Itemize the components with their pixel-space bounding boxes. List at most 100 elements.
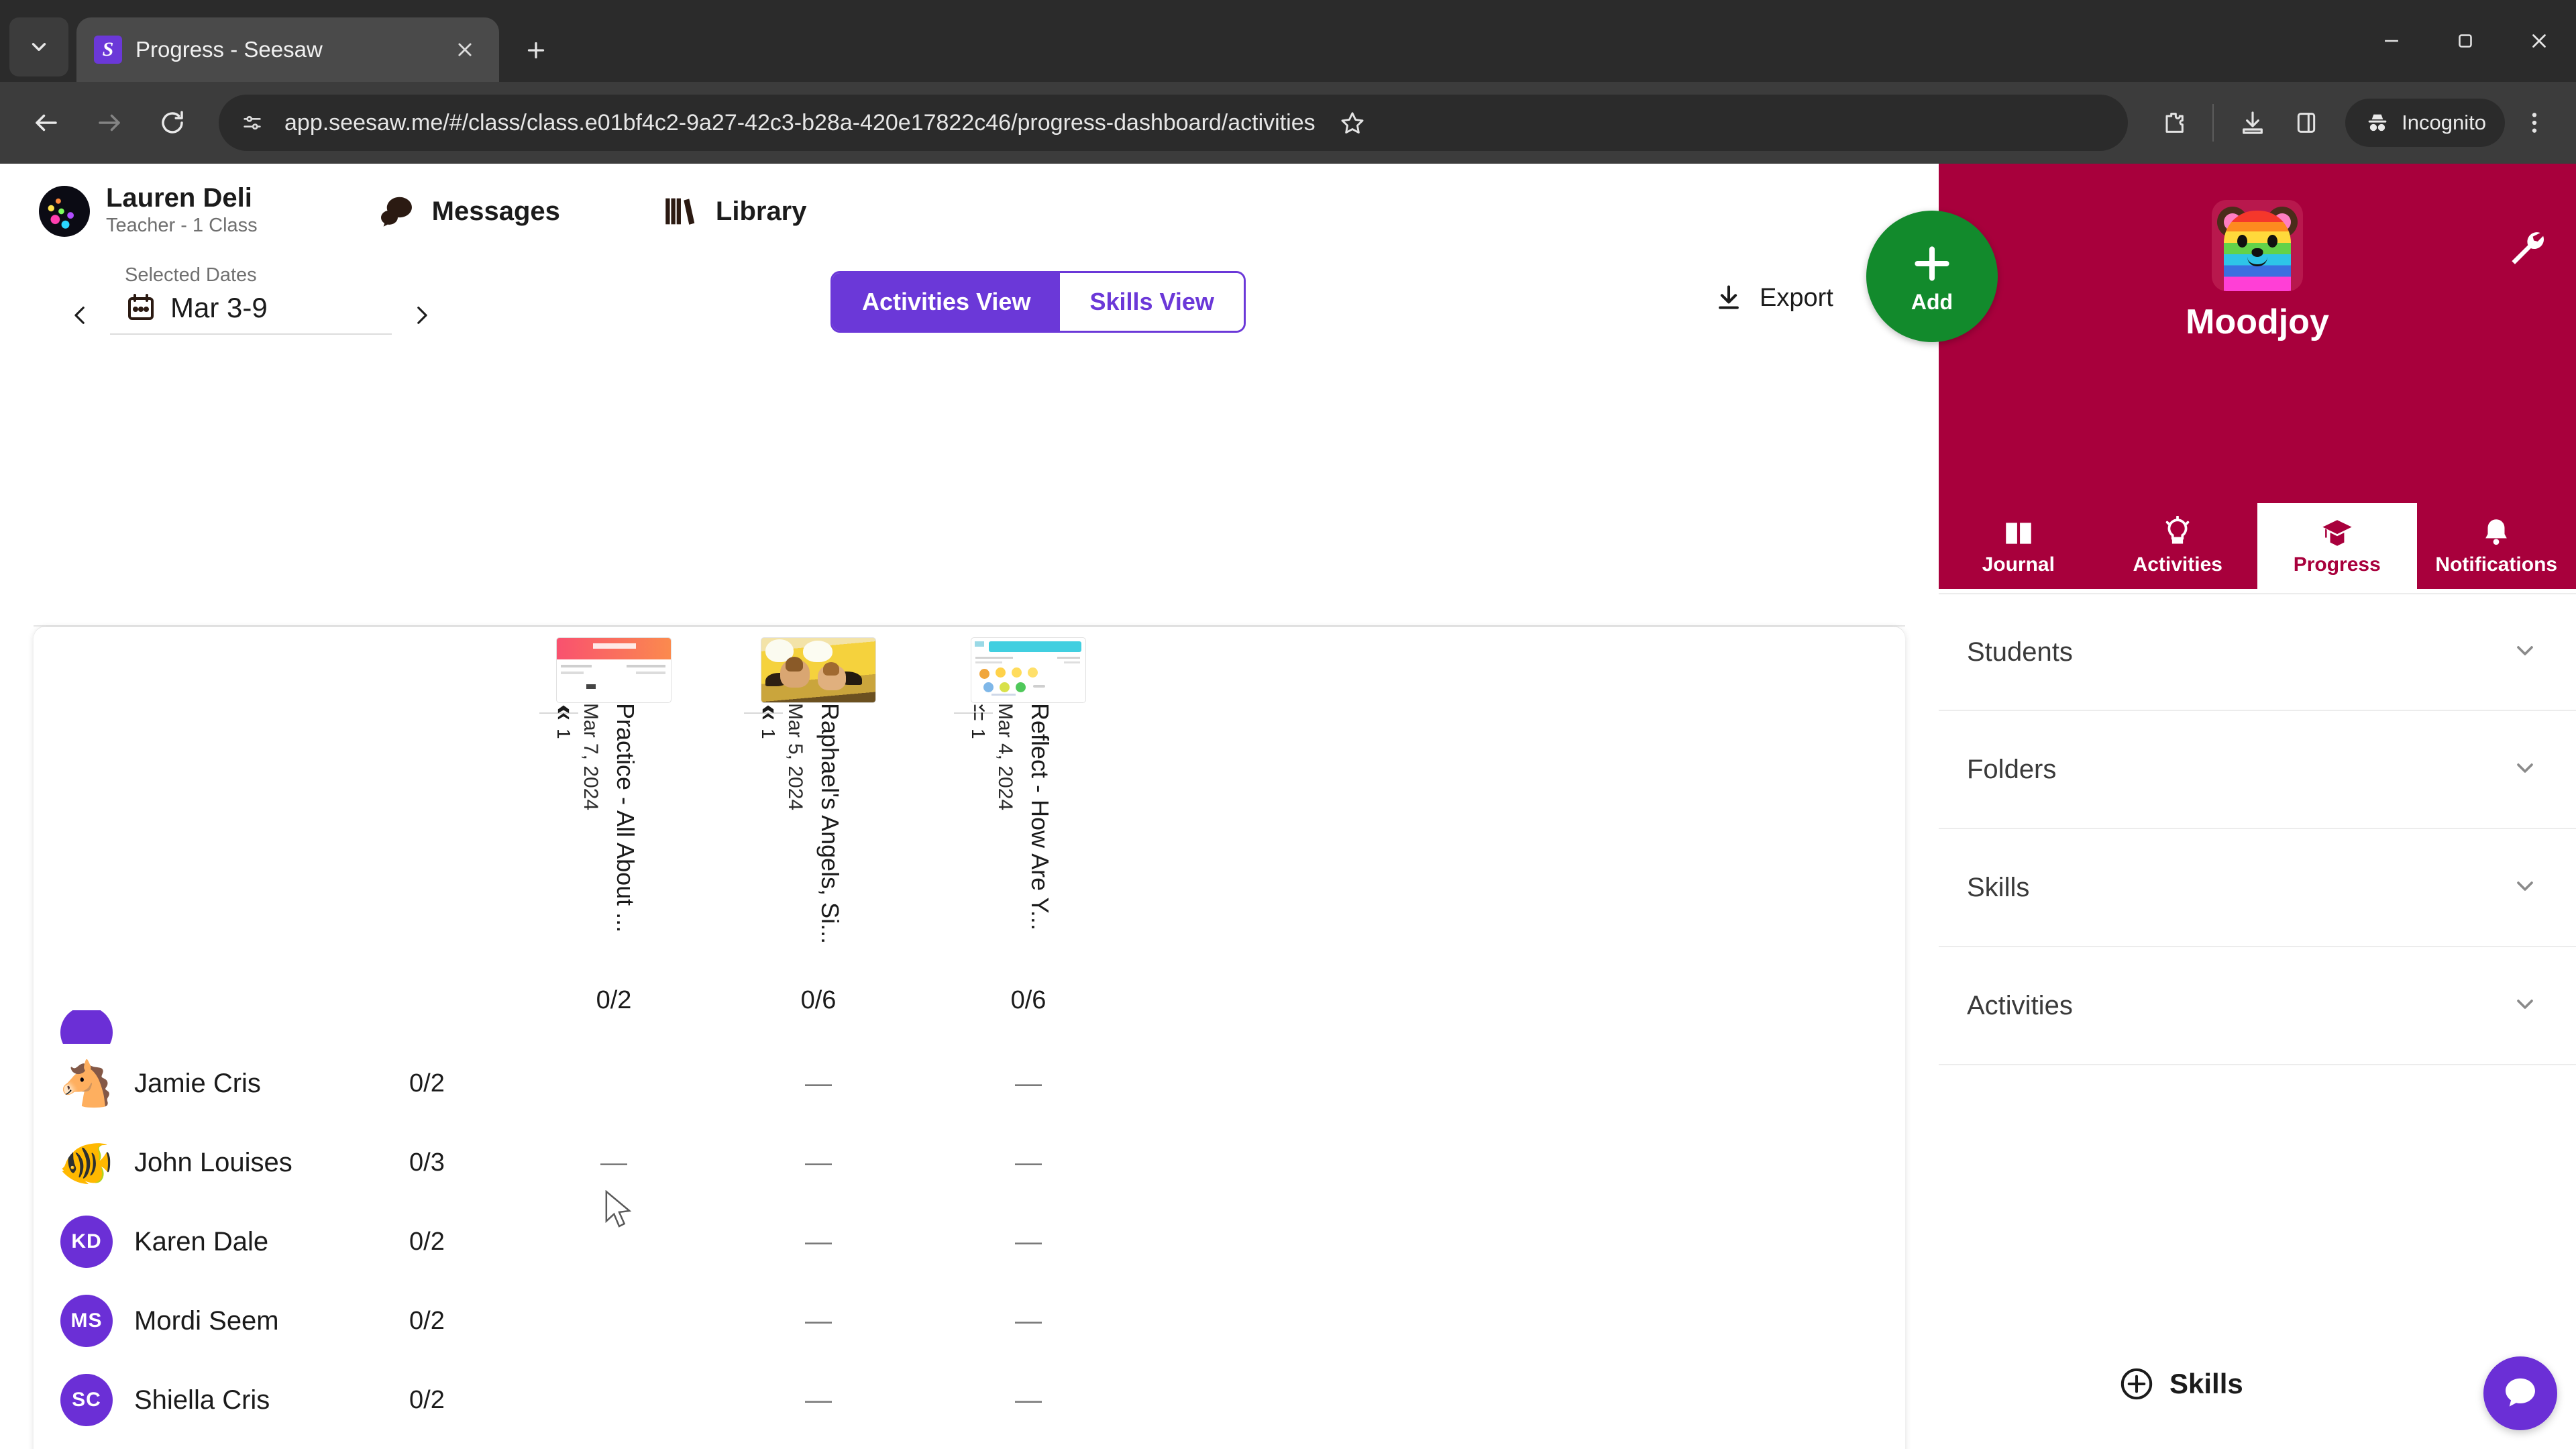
tab-progress[interactable]: Progress — [2257, 503, 2417, 589]
student-name: Shiella Cris — [134, 1385, 270, 1415]
library-icon — [665, 198, 695, 225]
filter-students[interactable]: Students — [1939, 593, 2576, 711]
app-header: Lauren Deli Teacher - 1 Class Messages L… — [0, 164, 1939, 259]
progress-cell[interactable]: — — [951, 1148, 1106, 1178]
filter-folders[interactable]: Folders — [1939, 711, 2576, 829]
progress-cell[interactable]: — — [741, 1306, 896, 1336]
messages-link[interactable]: Messages — [377, 192, 560, 231]
extensions-button[interactable] — [2149, 99, 2198, 147]
address-bar[interactable]: app.seesaw.me/#/class/class.e01bf4c2-9a2… — [219, 95, 2129, 151]
side-panel-button[interactable] — [2282, 99, 2330, 147]
painting-thumbnail — [761, 637, 876, 703]
tab-skills-view[interactable]: Skills View — [1060, 273, 1244, 331]
chat-support-button[interactable] — [2483, 1356, 2557, 1430]
side-panel-icon — [2298, 113, 2316, 133]
close-tab-button[interactable] — [448, 33, 482, 66]
favicon-letter: S — [102, 38, 114, 60]
library-link[interactable]: Library — [661, 192, 807, 231]
teacher-profile[interactable]: Lauren Deli Teacher - 1 Class — [39, 183, 258, 239]
site-settings-button[interactable] — [236, 107, 268, 139]
student-total: 0/2 — [409, 1385, 445, 1414]
date-range-picker[interactable]: Mar 3-9 — [110, 286, 392, 335]
chat-bubble-icon — [2506, 1378, 2535, 1407]
filter-activities[interactable]: Activities — [1939, 947, 2576, 1065]
new-tab-button[interactable] — [511, 25, 561, 75]
activity-title: Raphael's Angels, Si... — [816, 703, 844, 945]
close-icon — [458, 43, 472, 56]
reload-button[interactable] — [144, 94, 201, 152]
avatar-emoji: 🐠 — [58, 1138, 115, 1187]
back-button[interactable] — [17, 94, 75, 152]
progress-cell[interactable]: — — [741, 1148, 896, 1178]
plus-circle-icon — [2121, 1368, 2153, 1400]
class-header: Add Moodjoy — [1866, 164, 2576, 503]
column-text: Reflect - How Are Y... Mar 4, 2024 1 — [951, 703, 1106, 971]
library-label: Library — [715, 196, 807, 226]
table-row[interactable]: 🐠 John Louises 0/3 — — — — [34, 1123, 1905, 1202]
student-name: Mordi Seem — [134, 1305, 279, 1336]
profile-label: Incognito — [2402, 111, 2486, 134]
export-label: Export — [1760, 283, 1833, 312]
previous-week-button[interactable] — [60, 283, 101, 347]
page-content: Lauren Deli Teacher - 1 Class Messages L… — [0, 164, 2576, 1449]
url-text: app.seesaw.me/#/class/class.e01bf4c2-9a2… — [284, 109, 1316, 136]
activity-column[interactable]: Practice - All About ... Mar 7, 2024 1 0… — [537, 637, 691, 1014]
bookmark-button[interactable] — [1332, 102, 1373, 144]
activity-title: Reflect - How Are Y... — [1026, 703, 1054, 930]
table-row[interactable]: 🐴 Jamie Cris 0/2 — — — [34, 1044, 1905, 1123]
tab-search-button[interactable] — [9, 17, 68, 76]
toolbar-divider — [2212, 104, 2214, 142]
table-row[interactable] — [34, 1010, 1905, 1044]
progress-cell[interactable]: — — [951, 1306, 1106, 1336]
browser-toolbar: app.seesaw.me/#/class/class.e01bf4c2-9a2… — [0, 82, 2576, 164]
table-row[interactable]: KD Karen Dale 0/2 — — — [34, 1202, 1905, 1281]
progress-cell[interactable]: — — [951, 1385, 1106, 1415]
avatar: KD — [59, 1214, 114, 1269]
maximize-button[interactable] — [2428, 0, 2502, 82]
chevron-down-icon — [2512, 991, 2538, 1021]
tab-journal[interactable]: Journal — [1939, 503, 2098, 589]
tab-activities-view[interactable]: Activities View — [833, 273, 1061, 331]
activity-column[interactable]: Reflect - How Are Y... Mar 4, 2024 1 0/6 — [951, 637, 1106, 1014]
skill-count: 1 — [758, 729, 779, 739]
page-settings-icon — [244, 115, 261, 130]
activity-column[interactable]: Raphael's Angels, Si... Mar 5, 2024 1 0/… — [741, 637, 896, 1014]
filter-label: Activities — [1967, 990, 2073, 1020]
filter-skills[interactable]: Skills — [1939, 829, 2576, 947]
add-skills-button[interactable]: Skills — [2118, 1366, 2243, 1402]
class-identity[interactable]: Moodjoy — [1939, 200, 2576, 342]
progress-cell[interactable]: — — [741, 1227, 896, 1257]
progress-cell[interactable]: — — [951, 1227, 1106, 1257]
tab-strip: S Progress - Seesaw — [0, 0, 2576, 82]
chevron-down-icon — [2512, 755, 2538, 785]
minimize-button[interactable] — [2355, 0, 2428, 82]
tab-label: Activities — [2133, 553, 2222, 576]
downloads-button[interactable] — [2229, 99, 2277, 147]
table-row[interactable]: SC Shiella Cris 0/2 — — — [34, 1360, 1905, 1440]
tab-label: Progress — [2293, 553, 2381, 576]
avatar-initials: KD — [60, 1216, 113, 1268]
tab-notifications[interactable]: Notifications — [2417, 503, 2576, 589]
progress-cell[interactable]: — — [951, 1069, 1106, 1099]
column-text: Practice - All About ... Mar 7, 2024 1 — [537, 703, 691, 971]
incognito-icon — [2368, 114, 2387, 131]
table-row[interactable]: MS Mordi Seem 0/2 — — — [34, 1281, 1905, 1360]
skill-count: 1 — [968, 729, 989, 739]
export-button[interactable]: Export — [1714, 283, 1833, 313]
window-close-button[interactable] — [2502, 0, 2576, 82]
progress-cell[interactable]: — — [741, 1385, 896, 1415]
progress-cell[interactable]: — — [537, 1148, 691, 1178]
browser-menu-button[interactable] — [2510, 99, 2559, 147]
class-settings-button[interactable] — [2505, 225, 2546, 270]
forward-button[interactable] — [80, 94, 138, 152]
doc-thumbnail — [556, 637, 672, 703]
browser-tab[interactable]: S Progress - Seesaw — [76, 17, 499, 82]
main-content: Lauren Deli Teacher - 1 Class Messages L… — [0, 164, 1939, 1449]
next-week-button[interactable] — [401, 283, 441, 347]
minimize-icon — [2385, 40, 2398, 42]
profile-button[interactable]: Incognito — [2345, 99, 2505, 147]
messages-icon — [380, 197, 412, 227]
tab-activities[interactable]: Activities — [2098, 503, 2258, 589]
progress-cell[interactable]: — — [741, 1069, 896, 1099]
table-body: 🐴 Jamie Cris 0/2 — — 🐠 John Louises 0/3 … — [34, 1010, 1905, 1440]
